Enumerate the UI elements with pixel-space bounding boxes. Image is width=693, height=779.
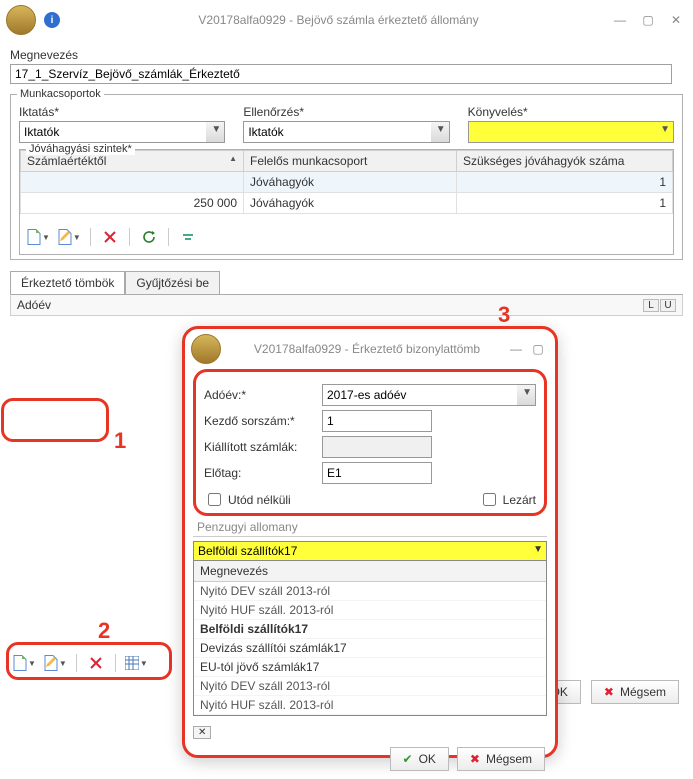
- col-felelos[interactable]: Felelős munkacsoport: [244, 151, 457, 172]
- elotag-label: Előtag:: [204, 466, 314, 480]
- grid2-header[interactable]: Adóév L U: [10, 294, 683, 316]
- konyveles-select[interactable]: [468, 121, 674, 143]
- edit-button-2[interactable]: ▼: [41, 652, 70, 674]
- table-row[interactable]: 250 000 Jóváhagyók 1: [21, 193, 673, 214]
- col-szukseges[interactable]: Szükséges jóváhagyók száma: [457, 151, 673, 172]
- list-item[interactable]: Nyitó DEV száll 2013-ról: [194, 677, 546, 696]
- dialog-minimize-button[interactable]: —: [505, 340, 527, 358]
- filter-button[interactable]: [175, 226, 201, 248]
- dialog-title: V20178alfa0929 - Érkeztető bizonylattömb: [229, 342, 505, 356]
- cancel-button[interactable]: ✖Mégsem: [591, 680, 679, 704]
- list-item[interactable]: Belföldi szállítók17: [194, 620, 546, 639]
- elotag-input[interactable]: [322, 462, 432, 484]
- table-row[interactable]: Jóváhagyók 1: [21, 172, 673, 193]
- col-l[interactable]: L: [643, 299, 659, 312]
- app-icon: [6, 5, 36, 35]
- megnevezes-label: Megnevezés: [10, 48, 683, 62]
- grid-options-button[interactable]: ▼: [122, 652, 151, 674]
- allomany-dropdown[interactable]: Megnevezés Nyitó DEV száll 2013-ról Nyit…: [193, 561, 547, 716]
- ellenorzes-select[interactable]: [243, 121, 449, 143]
- dialog-erkezteto-bizonylattomb: V20178alfa0929 - Érkeztető bizonylattömb…: [182, 326, 558, 758]
- window-title: V20178alfa0929 - Bejövő számla érkeztető…: [68, 13, 609, 27]
- list-item[interactable]: Devizás szállítói számlák17: [194, 639, 546, 658]
- dialog-cancel-button[interactable]: ✖Mégsem: [457, 747, 545, 771]
- kezdo-label: Kezdő sorszám:*: [204, 414, 314, 428]
- utod-checkbox[interactable]: [208, 493, 221, 506]
- maximize-button[interactable]: ▢: [637, 11, 659, 29]
- iktatas-label: Iktatás*: [19, 105, 225, 119]
- new-button[interactable]: ▼: [24, 226, 53, 248]
- utod-label: Utód nélküli: [228, 493, 291, 507]
- kezdo-input[interactable]: [322, 410, 432, 432]
- lezart-label: Lezárt: [503, 493, 536, 507]
- list-item[interactable]: Nyitó HUF száll. 2013-ról: [194, 696, 546, 715]
- app-icon: [191, 334, 221, 364]
- col-u[interactable]: U: [660, 299, 676, 312]
- delete-button[interactable]: [97, 226, 123, 248]
- megnevezes-input[interactable]: [10, 64, 672, 84]
- list-item[interactable]: EU-tól jövő számlák17: [194, 658, 546, 677]
- dialog-ok-button[interactable]: ✔OK: [390, 747, 449, 771]
- ellenorzes-label: Ellenőrzés*: [243, 105, 449, 119]
- refresh-button[interactable]: [136, 226, 162, 248]
- list-item[interactable]: Nyitó DEV száll 2013-ról: [194, 582, 546, 601]
- close-dropdown-button[interactable]: ✕: [193, 726, 211, 739]
- list-item[interactable]: Nyitó HUF száll. 2013-ról: [194, 601, 546, 620]
- selector-caption: Penzugyi allomany: [193, 518, 547, 537]
- szintek-legend: Jóváhagyási szintek*: [26, 143, 135, 155]
- munkacsoportok-legend: Munkacsoportok: [17, 88, 104, 100]
- lezart-checkbox[interactable]: [483, 493, 496, 506]
- annot-2: 2: [98, 620, 110, 642]
- konyveles-label: Könyvelés*: [468, 105, 674, 119]
- chevron-down-icon: ▼: [533, 544, 543, 555]
- close-button[interactable]: ✕: [665, 11, 687, 29]
- minimize-button[interactable]: —: [609, 11, 631, 29]
- new-button-2[interactable]: ▼: [10, 652, 39, 674]
- dialog-maximize-button[interactable]: ▢: [527, 340, 549, 358]
- annot-1: 1: [114, 430, 126, 452]
- adoev-select[interactable]: [322, 384, 536, 406]
- tab-gyujtozesi[interactable]: Gyűjtőzési be: [125, 271, 220, 295]
- szintek-grid[interactable]: Számlaértéktől▲ Felelős munkacsoport Szü…: [20, 150, 673, 214]
- allomany-select[interactable]: [193, 541, 547, 561]
- tab-erkezteto-tombok[interactable]: Érkeztető tömbök: [10, 271, 125, 295]
- kiallitott-label: Kiállított számlák:: [204, 440, 314, 454]
- iktatas-select[interactable]: [19, 121, 225, 143]
- edit-button[interactable]: ▼: [55, 226, 84, 248]
- dropdown-header: Megnevezés: [194, 561, 546, 582]
- sort-asc-icon: ▲: [229, 154, 237, 163]
- info-icon[interactable]: i: [44, 12, 60, 28]
- kiallitott-input: [322, 436, 432, 458]
- adoev-label: Adóév:*: [204, 388, 314, 402]
- delete-button-2[interactable]: [83, 652, 109, 674]
